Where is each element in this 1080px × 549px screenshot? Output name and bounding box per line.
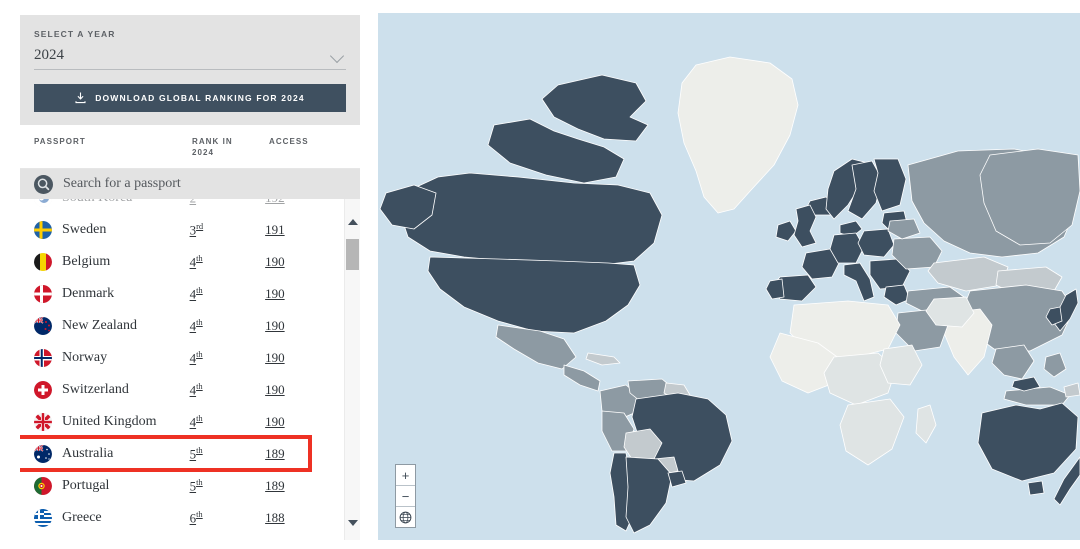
country-name: Norway xyxy=(62,350,108,365)
table-row[interactable]: Norway 4th 190 xyxy=(20,342,338,374)
country-name: Greece xyxy=(62,510,102,525)
country-name: South Korea xyxy=(62,199,190,206)
country-name: Switzerland xyxy=(62,382,129,397)
search-icon xyxy=(34,174,53,194)
country-rank: 2nd xyxy=(190,199,266,207)
table-row[interactable]: New Zealand 4th 190 xyxy=(20,310,338,342)
flag-icon-belgium xyxy=(34,253,52,271)
table-row[interactable]: Sweden 3rd 191 xyxy=(20,214,338,246)
map-zoom-controls[interactable]: + − xyxy=(395,464,416,528)
country-access-count: 190 xyxy=(265,382,285,397)
table-row[interactable]: Portugal 5th 189 xyxy=(20,470,338,502)
world-map-panel[interactable]: + − xyxy=(378,13,1080,540)
flag-icon-new-zealand xyxy=(34,317,52,335)
country-rank: 3rd xyxy=(189,221,204,238)
table-row[interactable]: Belgium 4th 190 xyxy=(20,246,338,278)
flag-icon-norway xyxy=(34,349,52,367)
flag-icon-australia xyxy=(34,445,52,463)
world-choropleth-map[interactable] xyxy=(378,13,1080,540)
country-access-count: 191 xyxy=(265,222,285,237)
country-rank: 6th xyxy=(189,509,203,526)
download-ranking-button[interactable]: DOWNLOAD GLOBAL RANKING FOR 2024 xyxy=(34,84,346,112)
column-header-passport: PASSPORT xyxy=(34,137,86,146)
country-name: New Zealand xyxy=(62,318,138,333)
search-passport-field[interactable]: Search for a passport xyxy=(20,169,360,199)
list-scrollbar[interactable] xyxy=(344,199,360,540)
table-row[interactable]: Switzerland 4th 190 xyxy=(20,374,338,406)
scrollbar-thumb[interactable] xyxy=(346,239,359,270)
table-header: PASSPORT RANK IN 2024 ACCESS xyxy=(20,125,360,169)
column-header-access: ACCESS xyxy=(269,137,309,146)
country-access-count: 188 xyxy=(265,510,285,525)
flag-icon-south-korea xyxy=(34,199,52,207)
country-canada xyxy=(399,172,663,266)
country-access-count: 192 xyxy=(265,199,324,206)
flag-icon-denmark xyxy=(34,285,52,303)
column-header-rank-line1: RANK IN xyxy=(192,137,233,146)
country-rank: 4th xyxy=(189,413,203,430)
table-row[interactable]: Denmark 4th 190 xyxy=(20,278,338,310)
scroll-down-button[interactable] xyxy=(345,515,360,530)
country-access-count: 189 xyxy=(265,446,285,461)
column-header-rank: RANK IN 2024 xyxy=(192,137,269,159)
country-rank: 4th xyxy=(189,317,203,334)
country-name: Belgium xyxy=(62,254,111,269)
download-icon xyxy=(75,92,86,104)
chevron-up-icon xyxy=(347,218,358,225)
download-ranking-label: DOWNLOAD GLOBAL RANKING FOR 2024 xyxy=(95,93,305,103)
table-row[interactable]: Greece 6th 188 xyxy=(20,502,338,534)
country-rank: 4th xyxy=(189,253,203,270)
country-access-count: 190 xyxy=(265,318,285,333)
table-row[interactable]: United Kingdom 4th 190 xyxy=(20,406,338,438)
flag-icon-switzerland xyxy=(34,381,52,399)
flag-icon-portugal xyxy=(34,477,52,495)
country-rank: 5th xyxy=(189,477,203,494)
country-access-count: 190 xyxy=(265,414,285,429)
column-header-rank-line2: 2024 xyxy=(192,147,214,157)
map-reset-button[interactable] xyxy=(396,507,415,527)
year-select[interactable]: 2024 xyxy=(34,46,346,70)
year-select-value: 2024 xyxy=(34,47,64,63)
country-rank: 4th xyxy=(189,349,203,366)
country-access-count: 190 xyxy=(265,254,285,269)
country-rank: 4th xyxy=(189,285,203,302)
passport-list: South Korea2nd192 Sweden 3rd 191 Belgium 4th 1… xyxy=(20,199,360,540)
flag-icon-sweden xyxy=(34,221,52,239)
country-name: Australia xyxy=(62,446,114,461)
passport-list-rows: South Korea2nd192 Sweden 3rd 191 Belgium 4th 1… xyxy=(20,199,338,534)
flag-icon-united-kingdom xyxy=(34,413,52,431)
table-row[interactable]: South Korea2nd192 xyxy=(20,199,338,214)
table-row[interactable]: Australia 5th 189 xyxy=(20,438,338,470)
flag-icon-greece xyxy=(34,509,52,527)
country-name: United Kingdom xyxy=(62,414,157,429)
country-access-count: 190 xyxy=(265,350,285,365)
globe-icon xyxy=(399,511,412,523)
country-rank: 4th xyxy=(189,381,203,398)
chevron-down-icon xyxy=(329,48,345,64)
map-zoom-in-button[interactable]: + xyxy=(396,465,415,486)
search-passport-placeholder: Search for a passport xyxy=(63,176,181,191)
select-year-label: SELECT A YEAR xyxy=(34,29,116,39)
country-name: Portugal xyxy=(62,478,110,493)
scroll-up-button[interactable] xyxy=(345,214,360,229)
chevron-down-icon xyxy=(347,519,358,526)
country-access-count: 189 xyxy=(265,478,285,493)
country-name: Denmark xyxy=(62,286,115,301)
country-name: Sweden xyxy=(62,222,107,237)
country-tasmania xyxy=(1027,480,1045,496)
ranking-panel: SELECT A YEAR 2024 DOWNLOAD GLOBAL RANKI… xyxy=(20,15,360,540)
country-rank: 5th xyxy=(189,445,203,462)
map-zoom-out-button[interactable]: − xyxy=(396,486,415,507)
controls-block: SELECT A YEAR 2024 DOWNLOAD GLOBAL RANKI… xyxy=(20,15,360,125)
country-access-count: 190 xyxy=(265,286,285,301)
